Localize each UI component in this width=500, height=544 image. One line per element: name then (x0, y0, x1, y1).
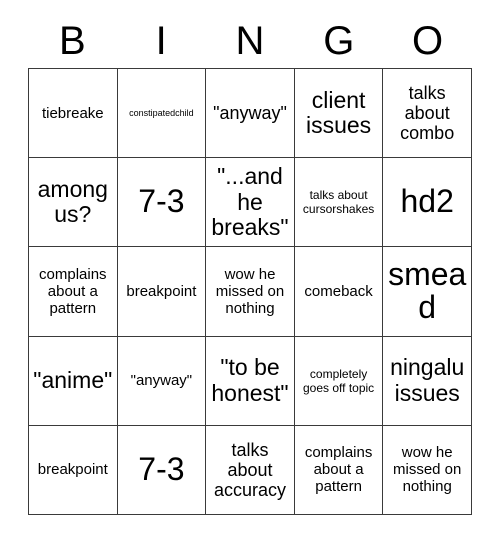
bingo-cell-r1c2[interactable]: constipatedchild (117, 69, 207, 159)
bingo-cell-r4c1[interactable]: "anime" (29, 336, 118, 426)
bingo-cell-label: talks about accuracy (213, 439, 286, 500)
bingo-cell-r5c5[interactable]: wow he missed on nothing (383, 425, 472, 515)
bingo-cell-r2c3[interactable]: "...and he breaks" (206, 158, 295, 248)
bingo-cell-r3c5[interactable]: smead (383, 247, 472, 337)
bingo-cell-r3c1[interactable]: complains about a pattern (29, 247, 118, 337)
bingo-cell-r1c3[interactable]: "anyway" (206, 69, 295, 159)
bingo-cell-r3c3[interactable]: wow he missed on nothing (206, 247, 295, 337)
bingo-cell-r4c3[interactable]: "to be honest" (206, 336, 295, 426)
bingo-header-letter-g: G (323, 19, 355, 63)
bingo-cell-r4c4[interactable]: completely goes off topic (294, 336, 384, 426)
bingo-cell-r3c4[interactable]: comeback (294, 247, 384, 337)
bingo-cell-label: complains about a pattern (39, 265, 107, 318)
bingo-cell-r4c5[interactable]: ningalu issues (383, 336, 472, 426)
bingo-cell-r2c1[interactable]: among us? (29, 158, 118, 248)
bingo-cell-label: breakpoint (126, 282, 197, 300)
bingo-cell-label: hd2 (400, 183, 454, 220)
bingo-cell-r5c2[interactable]: 7-3 (117, 425, 207, 515)
bingo-cell-r1c4[interactable]: client issues (294, 69, 384, 159)
bingo-cell-label: smead (388, 255, 467, 326)
bingo-cell-label: "anime" (33, 367, 113, 394)
bingo-cell-label: 7-3 (138, 183, 185, 220)
bingo-cell-label: breakpoint (37, 461, 108, 479)
bingo-cell-label: ningalu issues (390, 354, 465, 406)
bingo-header-letter-b: B (59, 19, 86, 63)
bingo-cell-r2c4[interactable]: talks about cursorshakes (294, 158, 384, 248)
bingo-cell-label: "to be honest" (211, 354, 289, 406)
bingo-cell-r2c2[interactable]: 7-3 (117, 158, 207, 248)
bingo-cell-r5c1[interactable]: breakpoint (29, 425, 118, 515)
bingo-cell-r5c3[interactable]: talks about accuracy (206, 425, 295, 515)
bingo-cell-label: talks about combo (400, 82, 455, 144)
bingo-cell-label: constipatedchild (129, 107, 194, 118)
bingo-cell-label: "anyway" (213, 103, 287, 124)
bingo-cell-label: tiebreake (41, 104, 104, 122)
bingo-cell-r4c2[interactable]: "anyway" (117, 336, 207, 426)
bingo-cell-r5c4[interactable]: complains about a pattern (294, 425, 384, 515)
bingo-cell-label: client issues (305, 86, 372, 139)
bingo-cell-label: wow he missed on nothing (215, 265, 285, 318)
bingo-cell-label: "anyway" (130, 372, 193, 390)
bingo-cell-label: completely goes off topic (303, 366, 375, 395)
bingo-cell-label: talks about cursorshakes (302, 188, 375, 217)
bingo-header-letter-i: I (155, 19, 167, 63)
bingo-header-letter-o: O (412, 19, 444, 63)
bingo-cell-label: wow he missed on nothing (393, 444, 462, 496)
bingo-cell-label: 7-3 (138, 451, 185, 488)
bingo-cell-label: among us? (37, 175, 108, 228)
bingo-cell-label: complains about a pattern (304, 444, 373, 496)
bingo-cell-r1c1[interactable]: tiebreake (29, 69, 118, 159)
bingo-grid: tiebreake constipatedchild "anyway" client … (28, 68, 472, 515)
bingo-card: B I N G O tiebreake constipatedchild "anyw… (0, 0, 500, 544)
bingo-cell-label: "...and he breaks" (211, 163, 289, 240)
bingo-cell-r3c2[interactable]: breakpoint (117, 247, 207, 337)
bingo-cell-label: comeback (304, 282, 373, 300)
bingo-cell-r1c5[interactable]: talks about combo (383, 69, 472, 159)
bingo-cell-r2c5[interactable]: hd2 (383, 158, 472, 248)
bingo-header-letter-n: N (235, 19, 265, 63)
bingo-header-row: B I N G O (28, 14, 472, 68)
